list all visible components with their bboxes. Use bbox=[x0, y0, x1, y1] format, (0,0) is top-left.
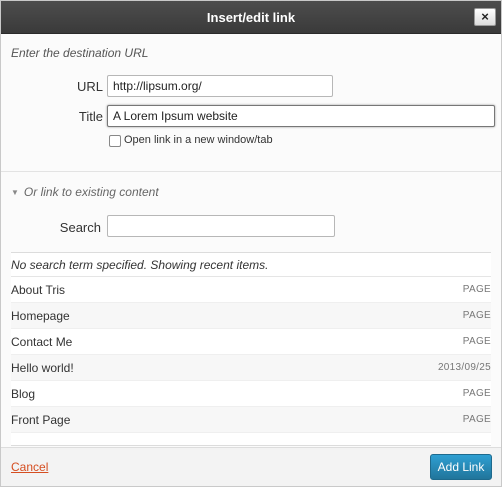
add-link-button[interactable]: Add Link bbox=[430, 454, 492, 480]
list-item[interactable]: Homepage PAGE bbox=[11, 303, 491, 329]
title-label: Title bbox=[78, 109, 103, 124]
destination-intro: Enter the destination URL bbox=[11, 46, 149, 60]
dialog-titlebar: Insert/edit link × bbox=[1, 1, 501, 34]
search-input[interactable] bbox=[107, 215, 335, 237]
item-type: PAGE bbox=[462, 336, 491, 347]
item-type: PAGE bbox=[462, 388, 491, 399]
insert-link-dialog: Insert/edit link × Enter the destination… bbox=[0, 0, 502, 487]
item-title: Contact Me bbox=[11, 335, 73, 349]
new-tab-label: Open link in a new window/tab bbox=[124, 134, 273, 146]
list-item[interactable]: Contact Me PAGE bbox=[11, 329, 491, 355]
close-button[interactable]: × bbox=[474, 8, 496, 26]
item-title: Hello world! bbox=[11, 361, 74, 375]
url-label: URL bbox=[76, 79, 103, 94]
item-type: PAGE bbox=[462, 414, 491, 425]
triangle-down-icon: ▼ bbox=[11, 188, 19, 197]
list-item[interactable]: Front Page PAGE bbox=[11, 407, 491, 433]
item-title: Homepage bbox=[11, 309, 70, 323]
list-item[interactable]: About Tris PAGE bbox=[11, 277, 491, 303]
url-input[interactable]: http://lipsum.org/ bbox=[107, 75, 333, 97]
list-item[interactable]: Hello world! 2013/09/25 bbox=[11, 355, 491, 381]
list-item[interactable]: Blog PAGE bbox=[11, 381, 491, 407]
existing-content-toggle[interactable]: ▼ Or link to existing content bbox=[11, 185, 159, 199]
results-list: No search term specified. Showing recent… bbox=[11, 252, 491, 446]
new-tab-checkbox[interactable] bbox=[109, 135, 121, 147]
results-notice: No search term specified. Showing recent… bbox=[11, 253, 491, 277]
item-type: PAGE bbox=[462, 284, 491, 295]
item-title: About Tris bbox=[11, 283, 66, 297]
item-title: Blog bbox=[11, 387, 36, 401]
title-input[interactable]: A Lorem Ipsum website bbox=[107, 105, 495, 127]
section-divider bbox=[1, 171, 501, 172]
dialog-title: Insert/edit link bbox=[206, 10, 296, 25]
close-icon: × bbox=[481, 9, 489, 24]
existing-content-label: Or link to existing content bbox=[23, 185, 159, 199]
item-type: PAGE bbox=[462, 310, 491, 321]
cancel-link[interactable]: Cancel bbox=[11, 460, 48, 474]
item-title: Front Page bbox=[11, 413, 71, 427]
search-label: Search bbox=[59, 220, 101, 235]
dialog-footer: Cancel Add Link bbox=[1, 447, 501, 486]
item-type: 2013/09/25 bbox=[437, 362, 491, 373]
